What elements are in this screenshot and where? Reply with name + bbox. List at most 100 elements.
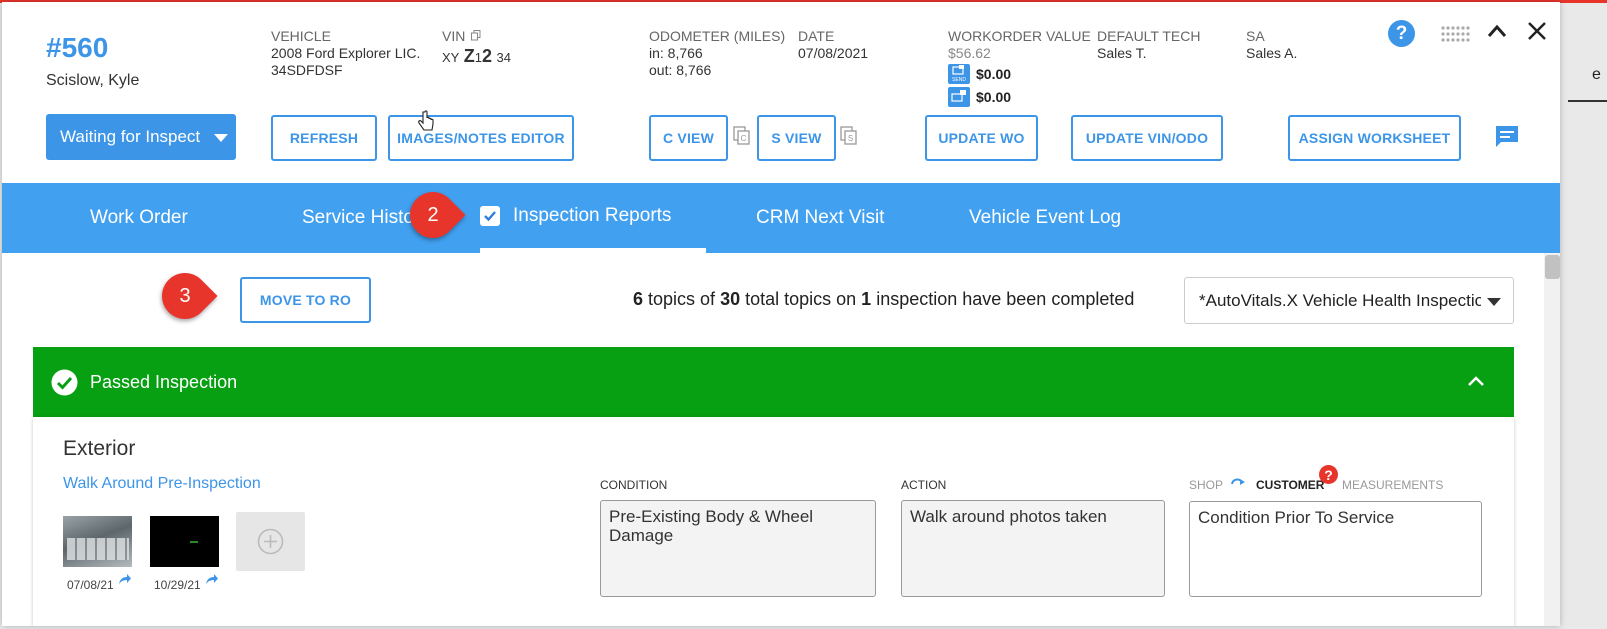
check-circle-icon	[51, 369, 78, 396]
status-dropdown-value: Waiting for Inspect	[60, 127, 201, 146]
photo-thumbnail-1[interactable]	[63, 516, 132, 567]
plus-circle-icon	[257, 528, 284, 555]
update-vin-odo-button[interactable]: UPDATE VIN/ODO	[1071, 115, 1223, 161]
sa-value: Sales A.	[1246, 45, 1298, 61]
tab-service-history[interactable]: Service Histo	[302, 183, 424, 253]
background-divider	[1568, 100, 1607, 102]
share-arrow-icon[interactable]	[118, 573, 132, 585]
default-tech-value: Sales T.	[1097, 45, 1147, 61]
passed-inspection-header[interactable]: Passed Inspection	[33, 347, 1514, 417]
svg-text:C: C	[741, 134, 747, 143]
inspection-summary: 6 topics of 30 total topics on 1 inspect…	[633, 289, 1134, 310]
assign-worksheet-button[interactable]: ASSIGN WORKSHEET	[1288, 115, 1461, 161]
vertical-scrollbar[interactable]	[1544, 253, 1560, 626]
move-to-ro-button[interactable]: MOVE TO RO	[240, 277, 371, 323]
workorder-value: $56.62	[948, 45, 991, 61]
section-title: Exterior	[63, 437, 136, 460]
add-photo-button[interactable]	[236, 512, 305, 571]
condition-textarea[interactable]: Pre-Existing Body & Wheel Damage	[600, 500, 876, 597]
vin-seg: XY	[442, 50, 460, 65]
copy-s-view-icon[interactable]: S	[840, 126, 858, 146]
refresh-button[interactable]: REFRESH	[271, 115, 377, 161]
help-glyph: ?	[1395, 22, 1408, 44]
condition-label: CONDITION	[600, 478, 668, 492]
step-badge-2-number: 2	[427, 203, 439, 226]
inspection-item-title[interactable]: Walk Around Pre-Inspection	[63, 475, 261, 493]
customer-tab[interactable]: CUSTOMER	[1256, 478, 1324, 492]
tab-vehicle-event-log[interactable]: Vehicle Event Log	[969, 183, 1121, 253]
inspection-count: 1	[861, 289, 872, 309]
tab-work-order[interactable]: Work Order	[90, 183, 188, 253]
summary-text: total topics on	[740, 289, 862, 309]
vin-seg: 34	[496, 50, 511, 65]
vehicle-line1: 2008 Ford Explorer LIC.	[271, 45, 421, 61]
approved-icon[interactable]	[948, 87, 970, 107]
question-alert-icon[interactable]: ?	[1319, 465, 1338, 484]
default-tech-label: DEFAULT TECH	[1097, 28, 1201, 44]
copy-icon[interactable]	[471, 30, 481, 41]
vehicle-label: VEHICLE	[271, 28, 331, 44]
vehicle-line2: 34SDFDSF	[271, 62, 343, 78]
work-order-modal: #560 Scislow, Kyle VEHICLE 2008 Ford Exp…	[2, 2, 1560, 626]
apps-grid-icon[interactable]	[1440, 25, 1472, 43]
share-arrow-icon[interactable]	[205, 573, 219, 585]
odometer-label: ODOMETER (MILES)	[649, 28, 786, 44]
vin-value: XY Z12 34	[442, 46, 511, 67]
topics-completed-count: 6	[633, 289, 644, 309]
scrollbar-thumb[interactable]	[1545, 255, 1560, 279]
dark-image-detail	[190, 541, 198, 543]
action-label: ACTION	[901, 478, 947, 492]
passed-inspection-title: Passed Inspection	[90, 372, 238, 392]
shop-tab[interactable]: SHOP	[1189, 478, 1223, 492]
tab-inspection-reports[interactable]: Inspection Reports	[480, 183, 706, 253]
inspection-template-dropdown[interactable]: *AutoVitals.X Vehicle Health Inspection	[1184, 277, 1514, 324]
workorder-value-label: WORKORDER VALUE	[948, 28, 1091, 44]
inspection-template-value: *AutoVitals.X Vehicle Health Inspection	[1199, 290, 1481, 310]
help-icon[interactable]: ?	[1388, 20, 1415, 47]
chevron-down-icon	[214, 134, 228, 142]
inspection-tab-checkbox[interactable]	[480, 205, 500, 226]
chat-icon[interactable]	[1494, 124, 1520, 148]
date-value: 07/08/2021	[798, 45, 869, 61]
vin-label: VIN	[442, 28, 481, 44]
measurements-tab[interactable]: MEASUREMENTS	[1342, 478, 1443, 492]
step-badge-2: 2	[400, 182, 466, 248]
copy-c-view-icon[interactable]: C	[733, 126, 751, 146]
tab-inspection-reports-label: Inspection Reports	[513, 204, 672, 226]
chevron-up-icon[interactable]	[1467, 374, 1485, 388]
photo-thumbnail-2[interactable]	[150, 516, 219, 567]
checkmark-icon	[484, 210, 496, 221]
question-alert-glyph: ?	[1324, 466, 1333, 483]
collapse-chevron-up-icon[interactable]	[1486, 22, 1508, 40]
send-amount: $0.00	[976, 66, 1012, 82]
c-view-button[interactable]: C VIEW	[649, 115, 728, 161]
second-amount: $0.00	[976, 89, 1012, 105]
chevron-down-icon	[1487, 298, 1501, 306]
tab-crm-next-visit[interactable]: CRM Next Visit	[756, 183, 884, 253]
thumbnail-1-date: 07/08/21	[67, 578, 114, 592]
odometer-out: out: 8,766	[649, 62, 712, 78]
images-notes-editor-button[interactable]: IMAGES/NOTES EDITOR	[388, 115, 574, 161]
approved-glyph	[951, 90, 966, 102]
s-view-button[interactable]: S VIEW	[757, 115, 836, 161]
work-order-number: #560	[46, 32, 109, 63]
update-wo-button[interactable]: UPDATE WO	[925, 115, 1038, 161]
send-icon-text: SEND	[952, 77, 966, 83]
svg-text:S: S	[848, 134, 853, 143]
action-textarea[interactable]: Walk around photos taken	[901, 500, 1165, 597]
close-icon[interactable]	[1526, 20, 1548, 42]
summary-text: topics of	[643, 289, 721, 309]
thumbnail-2-date: 10/29/21	[154, 578, 201, 592]
customer-textarea[interactable]: Condition Prior To Service	[1189, 501, 1482, 597]
send-icon[interactable]: SEND	[948, 64, 970, 84]
background-text: e	[1592, 66, 1601, 83]
step-badge-3: 3	[152, 263, 218, 329]
keyboard-image	[67, 538, 129, 560]
status-dropdown[interactable]: Waiting for Inspect	[46, 114, 236, 160]
vin-label-text: VIN	[442, 28, 466, 44]
rotate-arrow-icon[interactable]	[1230, 476, 1246, 490]
send-glyph	[952, 65, 964, 75]
summary-text: inspection have been completed	[871, 289, 1135, 309]
hand-cursor-icon	[418, 110, 434, 131]
step-badge-3-number: 3	[179, 284, 191, 307]
